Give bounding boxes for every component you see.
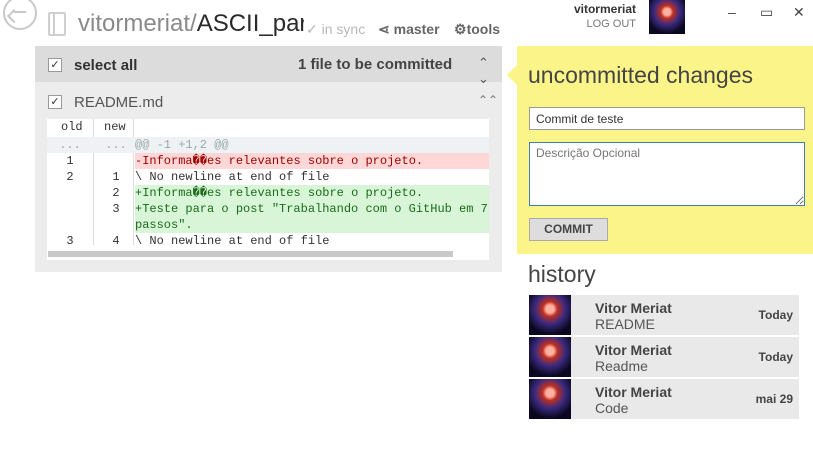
history-item[interactable]: Vitor Meriat Readme Today [529, 337, 799, 377]
select-all-label[interactable]: select all [74, 57, 137, 74]
diff-line-text: @@ -1 +1,2 @@ [135, 138, 229, 152]
branch-label: master [393, 21, 440, 37]
diff-line-text: passos". [135, 217, 489, 233]
history-message: Code [595, 400, 629, 416]
column-old-header: old [61, 120, 83, 134]
history-item[interactable]: Vitor Meriat Code mai 29 [529, 379, 799, 419]
user-name: vitormeriat [573, 2, 636, 16]
maximize-icon[interactable]: ▭ [760, 4, 773, 21]
repo-title: vitormeriat/ASCII_par [78, 10, 304, 38]
diff-line: 2 1 \ No newline at end of file [47, 169, 489, 185]
diff-line: 1 -Informa��es relevantes sobre o projeto… [47, 153, 489, 169]
horizontal-scrollbar[interactable] [48, 251, 453, 257]
history-author: Vitor Meriat [595, 342, 672, 358]
commit-button[interactable]: COMMIT [529, 218, 608, 241]
repo-name: ASCII_par [196, 10, 304, 37]
history-date: Today [758, 350, 793, 364]
branch-button[interactable]: ⋖ master [378, 21, 440, 38]
diff-line-text: +Teste para o post "Trabalhando com o Gi… [135, 201, 489, 217]
commit-message-input[interactable] [529, 107, 805, 130]
old-line-number: 2 [66, 170, 74, 184]
new-line-number: 3 [112, 202, 120, 216]
collapse-all-icon[interactable]: ⌃ ⌄ [478, 55, 489, 87]
history-message: README [595, 316, 655, 332]
select-all-checkbox[interactable]: ✓ [48, 58, 62, 72]
minimize-icon[interactable]: – [728, 4, 736, 20]
new-line-number: 1 [112, 170, 120, 184]
commit-description-input[interactable] [529, 142, 805, 206]
history-item[interactable]: Vitor Meriat README Today [529, 295, 799, 335]
repo-owner: vitormeriat/ [78, 10, 197, 37]
tools-label: tools [466, 21, 501, 37]
diff-line-text: \ No newline at end of file [135, 170, 330, 184]
diff-view: old new ...... @@ -1 +1,2 @@ 1 -Informa��es… [47, 119, 489, 260]
file-name[interactable]: README.md [74, 94, 163, 111]
diff-line: passos". [47, 217, 489, 233]
files-count: 1 file to be committed [298, 56, 453, 73]
diff-line: 3 4 \ No newline at end of file [47, 233, 489, 249]
check-icon: ✓ [306, 21, 318, 37]
sync-status[interactable]: ✓ in sync [306, 21, 365, 38]
diff-line-text: +Informa��es relevantes sobre o projeto. [135, 185, 489, 201]
avatar [529, 337, 571, 377]
old-line-number: ... [59, 138, 81, 152]
avatar [529, 379, 571, 419]
diff-line: ...... @@ -1 +1,2 @@ [47, 137, 489, 153]
repository-icon [48, 12, 66, 36]
avatar[interactable] [649, 0, 685, 34]
sync-label: in sync [321, 21, 366, 37]
branch-icon: ⋖ [378, 21, 390, 37]
column-new-header: new [104, 120, 126, 134]
history-date: mai 29 [755, 392, 793, 406]
history-date: Today [758, 308, 793, 322]
tools-button[interactable]: ⚙tools [454, 21, 500, 38]
avatar [529, 295, 571, 335]
logout-link[interactable]: LOG OUT [540, 18, 636, 30]
close-icon[interactable]: ✕ [793, 4, 805, 21]
collapse-file-icon[interactable]: ⌃⌃ [478, 93, 498, 107]
history-title: history [528, 261, 596, 287]
diff-line-text: \ No newline at end of file [135, 234, 330, 248]
history-message: Readme [595, 358, 648, 374]
user-info: vitormeriat LOG OUT [540, 2, 636, 30]
diff-line: 2 +Informa��es relevantes sobre o projeto… [47, 185, 489, 201]
back-arrow-icon[interactable] [3, 0, 37, 30]
diff-line-text: -Informa��es relevantes sobre o projeto. [135, 153, 489, 169]
commit-panel-title: uncommitted changes [528, 62, 754, 88]
diff-line: 3 +Teste para o post "Trabalhando com o G… [47, 201, 489, 217]
history-author: Vitor Meriat [595, 300, 672, 316]
new-line-number: ... [105, 138, 127, 152]
gear-icon: ⚙ [454, 21, 467, 37]
old-line-number: 3 [66, 234, 74, 248]
file-checkbox[interactable]: ✓ [48, 95, 62, 109]
old-line-number: 1 [66, 154, 74, 168]
new-line-number: 4 [112, 234, 120, 248]
history-author: Vitor Meriat [595, 384, 672, 400]
new-line-number: 2 [112, 186, 120, 200]
